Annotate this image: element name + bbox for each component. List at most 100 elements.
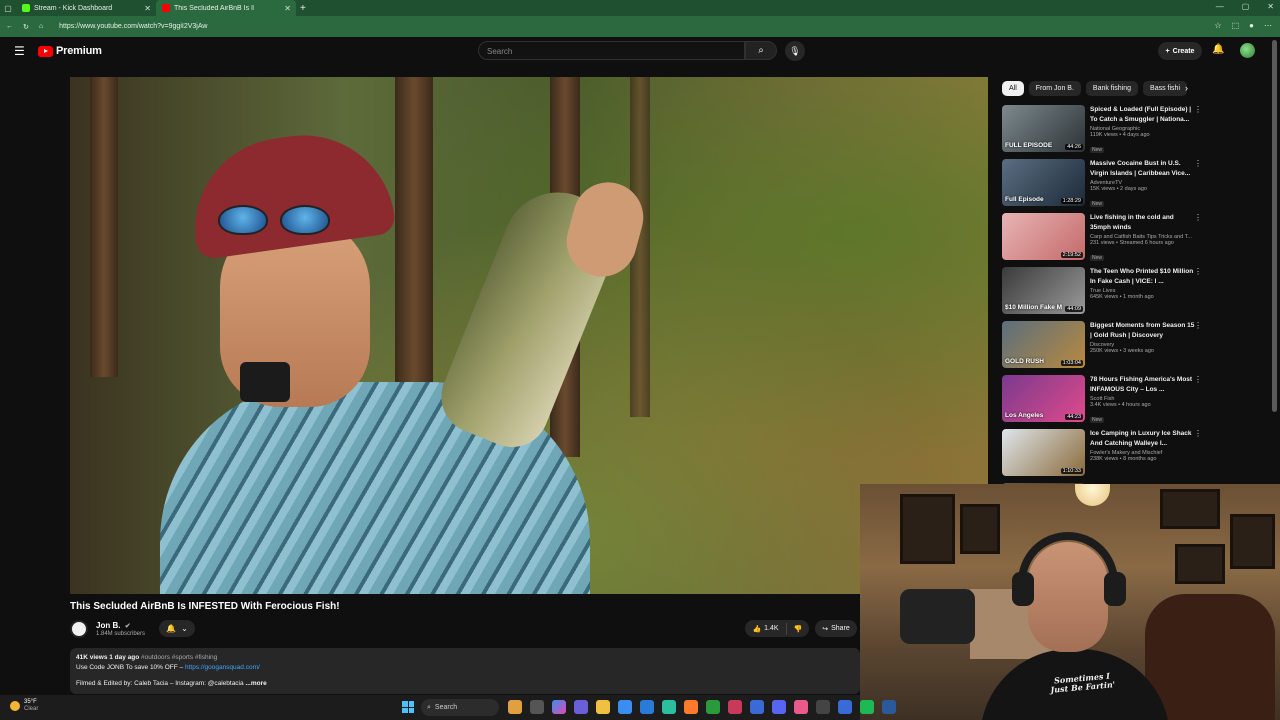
channel-name[interactable]: Jon B. ✔ bbox=[96, 621, 131, 630]
page-scrollbar[interactable] bbox=[1272, 40, 1277, 412]
recommendation-card[interactable]: Los Angeles 44:23 78 Hours Fishing America… bbox=[1002, 375, 1202, 425]
url-field[interactable]: https://www.youtube.com/watch?v=9ggiI2V3… bbox=[59, 23, 207, 30]
close-window-icon[interactable]: ✕ bbox=[1267, 2, 1274, 11]
window-menu-icon[interactable]: ▢ bbox=[0, 4, 16, 13]
hamburger-menu-icon[interactable]: ☰ bbox=[14, 44, 25, 58]
headset-cup bbox=[1012, 572, 1034, 606]
recommendation-card[interactable]: FULL EPISODE 44:26 Spiced & Loaded (Full E… bbox=[1002, 105, 1202, 155]
recommendation-thumbnail[interactable]: GOLD RUSH 1:03:04 bbox=[1002, 321, 1085, 368]
chip-bass-fishing[interactable]: Bass fishi bbox=[1143, 81, 1188, 96]
recommendation-thumbnail[interactable]: Full Episode 1:28:29 bbox=[1002, 159, 1085, 206]
headset-cup bbox=[1104, 572, 1126, 606]
profile-icon[interactable]: ● bbox=[1249, 21, 1254, 30]
recommendation-info: The Teen Who Printed $10 Million In Fake… bbox=[1090, 267, 1196, 300]
home-icon[interactable]: ⌂ bbox=[39, 23, 43, 30]
more-options-icon[interactable]: ⋮ bbox=[1194, 213, 1202, 222]
more-options-icon[interactable]: ⋮ bbox=[1194, 375, 1202, 384]
share-button[interactable]: ↪ Share bbox=[815, 620, 857, 637]
video-duration: 44:26 bbox=[1065, 144, 1083, 150]
recommendation-thumbnail[interactable]: 2:19:52 bbox=[1002, 213, 1085, 260]
more-options-icon[interactable]: ⋮ bbox=[1194, 321, 1202, 330]
extensions-icon[interactable]: ⬚ bbox=[1232, 21, 1240, 30]
create-button[interactable]: + Create bbox=[1158, 42, 1202, 60]
recommendation-thumbnail[interactable]: $10 Million Fake M 44:09 bbox=[1002, 267, 1085, 314]
outlook-icon[interactable] bbox=[640, 700, 654, 714]
description-box[interactable]: 41K views 1 day ago #outdoors #sports #f… bbox=[70, 648, 860, 694]
app-icon[interactable] bbox=[882, 700, 896, 714]
tab-youtube-video[interactable]: This Secluded AirBnB Is INFE ✕ bbox=[156, 0, 296, 16]
spotify-icon[interactable] bbox=[860, 700, 874, 714]
thumbnail-overlay-text: FULL EPISODE bbox=[1005, 142, 1053, 149]
search-button[interactable]: ⌕ bbox=[745, 41, 777, 60]
store-icon[interactable] bbox=[618, 700, 632, 714]
more-options-icon[interactable]: ⋮ bbox=[1194, 159, 1202, 168]
dislike-button[interactable]: 👎 bbox=[787, 625, 809, 633]
close-tab-icon[interactable]: ✕ bbox=[144, 4, 151, 13]
recommendation-card[interactable]: Full Episode 1:28:29 Massive Cocaine Bust … bbox=[1002, 159, 1202, 209]
bookmark-star-icon[interactable]: ☆ bbox=[1214, 21, 1221, 30]
recommendation-thumbnail[interactable]: 1:10:33 bbox=[1002, 429, 1085, 476]
browser-menu-icon[interactable]: ⋯ bbox=[1264, 21, 1272, 30]
more-options-icon[interactable]: ⋮ bbox=[1194, 429, 1202, 438]
video-player[interactable] bbox=[70, 77, 988, 594]
weather-widget[interactable]: 35°F Clear bbox=[10, 699, 38, 713]
show-more-link[interactable]: ...more bbox=[245, 680, 266, 687]
file-explorer-icon[interactable] bbox=[596, 700, 610, 714]
account-avatar[interactable] bbox=[1240, 43, 1255, 58]
widgets-icon[interactable] bbox=[508, 700, 522, 714]
channel-avatar[interactable] bbox=[70, 620, 88, 638]
subscribed-notification-button[interactable]: 🔔 ⌄ bbox=[159, 620, 195, 637]
tab-kick-dashboard[interactable]: Stream - Kick Dashboard ✕ bbox=[16, 0, 156, 16]
app-icon[interactable] bbox=[728, 700, 742, 714]
new-tab-icon[interactable]: + bbox=[300, 3, 306, 14]
xbox-icon[interactable] bbox=[706, 700, 720, 714]
back-icon[interactable]: ← bbox=[6, 23, 13, 30]
recommendation-thumbnail[interactable]: FULL EPISODE 44:26 bbox=[1002, 105, 1085, 152]
app-icon[interactable] bbox=[838, 700, 852, 714]
voice-search-button[interactable]: 🎙 bbox=[785, 41, 805, 61]
more-options-icon[interactable]: ⋮ bbox=[1194, 267, 1202, 276]
recommendation-title: Biggest Moments from Season 15 | Gold Ru… bbox=[1090, 322, 1195, 339]
task-view-icon[interactable] bbox=[530, 700, 544, 714]
edge-icon[interactable] bbox=[662, 700, 676, 714]
chip-all[interactable]: All bbox=[1002, 81, 1024, 96]
app-icon[interactable] bbox=[750, 700, 764, 714]
firefox-icon[interactable] bbox=[684, 700, 698, 714]
copilot-icon[interactable] bbox=[552, 700, 566, 714]
reload-icon[interactable]: ↻ bbox=[23, 23, 29, 31]
chip-from-channel[interactable]: From Jon B. bbox=[1028, 81, 1081, 96]
recommendation-card[interactable]: 1:10:33 Ice Camping in Luxury Ice Shack A… bbox=[1002, 429, 1202, 479]
chevron-right-icon[interactable]: › bbox=[1185, 83, 1188, 93]
credits-text: Filmed & Edited by: Caleb Tacia – Instag… bbox=[76, 680, 244, 687]
video-duration: 1:10:33 bbox=[1060, 468, 1083, 474]
app-icon[interactable] bbox=[816, 700, 830, 714]
youtube-play-logo-icon bbox=[38, 45, 53, 57]
share-icon: ↪ bbox=[822, 625, 829, 633]
logo-label: Premium bbox=[56, 45, 102, 57]
notifications-bell-icon[interactable]: 🔔 bbox=[1212, 44, 1224, 55]
promo-link[interactable]: https://googansquad.com/ bbox=[185, 664, 260, 671]
like-button[interactable]: 👍 1.4K bbox=[745, 622, 787, 635]
minimize-icon[interactable]: — bbox=[1216, 2, 1224, 11]
subscriber-count: 1.84M subscribers bbox=[96, 631, 146, 637]
windows-start-icon[interactable] bbox=[402, 701, 414, 713]
more-options-icon[interactable]: ⋮ bbox=[1194, 105, 1202, 114]
recommendation-card[interactable]: 2:19:52 Live fishing in the cold and 35mp… bbox=[1002, 213, 1202, 263]
recommendation-thumbnail[interactable]: Los Angeles 44:23 bbox=[1002, 375, 1085, 422]
microphone-icon: 🎙 bbox=[789, 45, 801, 56]
weather-condition: Clear bbox=[24, 706, 39, 712]
recommendation-card[interactable]: GOLD RUSH 1:03:04 Biggest Moments from Sea… bbox=[1002, 321, 1202, 371]
taskbar-search[interactable]: ⌕ Search bbox=[421, 699, 499, 716]
share-label: Share bbox=[831, 625, 850, 632]
discord-icon[interactable] bbox=[772, 700, 786, 714]
recommendation-card[interactable]: $10 Million Fake M 44:09 The Teen Who Prin… bbox=[1002, 267, 1202, 317]
app-icon[interactable] bbox=[794, 700, 808, 714]
maximize-icon[interactable]: ▢ bbox=[1242, 2, 1250, 11]
hashtags[interactable]: #outdoors #sports #fishing bbox=[141, 654, 217, 661]
search-input[interactable]: Search bbox=[478, 41, 745, 60]
chip-bank-fishing[interactable]: Bank fishing bbox=[1085, 81, 1139, 96]
teams-icon[interactable] bbox=[574, 700, 588, 714]
recommendation-meta: 250K views • 3 weeks ago bbox=[1090, 348, 1154, 354]
close-tab-icon[interactable]: ✕ bbox=[284, 4, 291, 13]
youtube-premium-logo[interactable]: Premium bbox=[38, 45, 102, 57]
